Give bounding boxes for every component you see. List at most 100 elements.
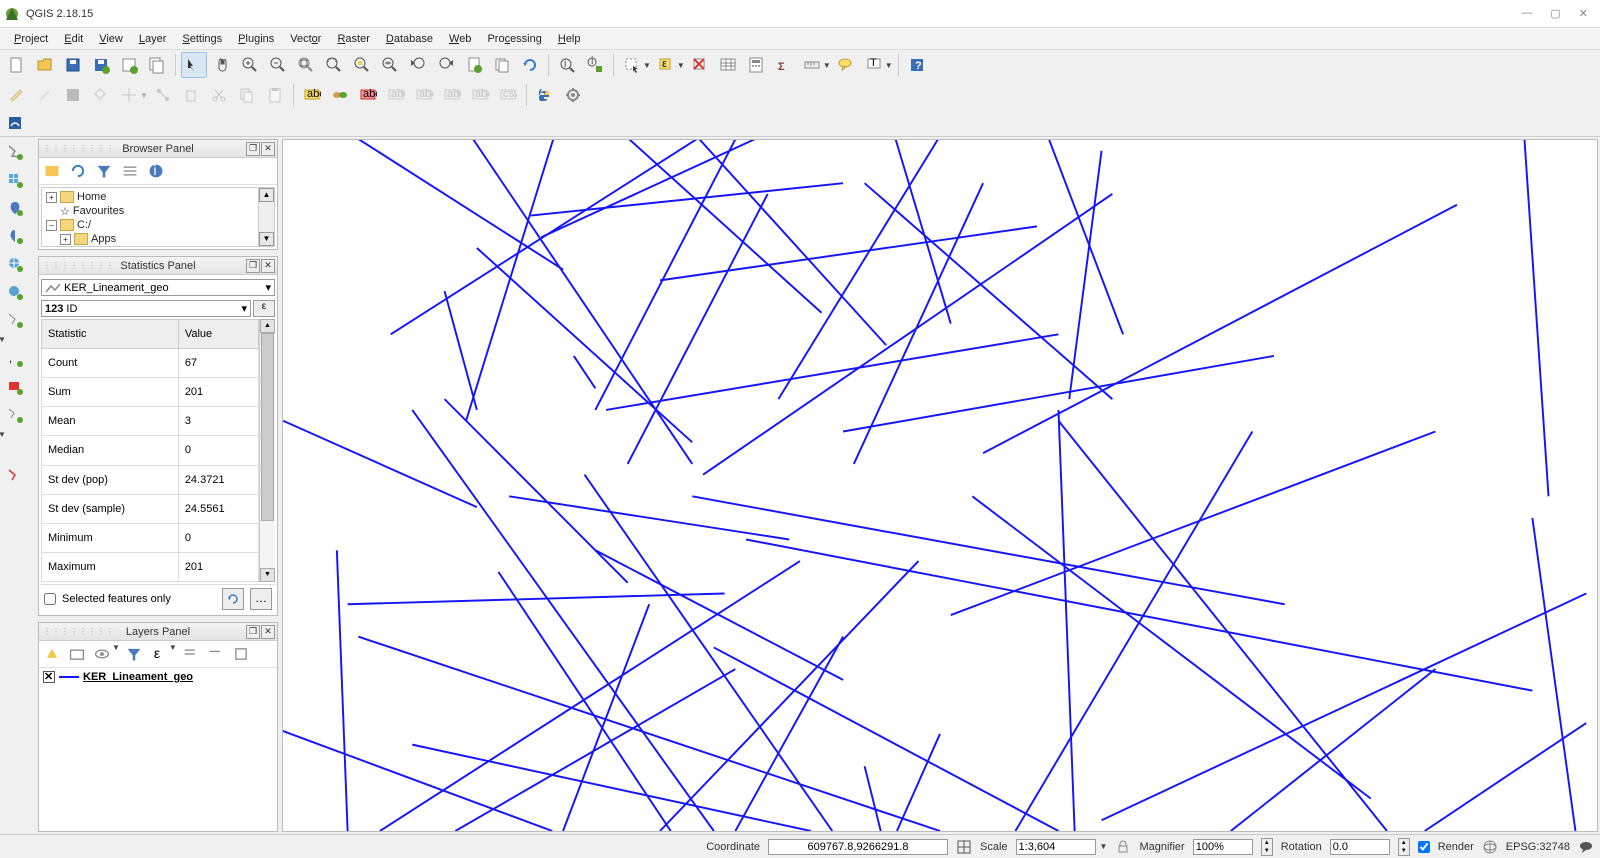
layers-undock-button[interactable]: ❐ <box>246 625 260 639</box>
help-button[interactable]: ? <box>904 52 930 78</box>
menu-plugins[interactable]: Plugins <box>230 31 282 47</box>
menu-web[interactable]: Web <box>441 31 479 47</box>
toggle-editing-button[interactable] <box>4 82 30 108</box>
close-button[interactable]: ✕ <box>1579 7 1588 20</box>
zoom-selection-button[interactable] <box>349 52 375 78</box>
add-delimited-button[interactable]: , <box>2 346 28 372</box>
layers-add-group-button[interactable] <box>66 643 88 665</box>
layer-labeling-button[interactable] <box>327 82 353 108</box>
layers-expression-button[interactable]: ε <box>148 643 170 665</box>
render-checkbox[interactable] <box>1418 841 1430 853</box>
stats-field-combo[interactable]: 123 ID ▾ <box>41 300 251 317</box>
menu-processing[interactable]: Processing <box>479 31 549 47</box>
stats-layer-combo[interactable]: KER_Lineament_geo ▾ <box>41 279 275 296</box>
lock-icon[interactable] <box>1115 839 1131 855</box>
add-raster-button[interactable] <box>2 167 28 193</box>
plugin-button[interactable] <box>4 112 26 134</box>
bookmarks-button[interactable] <box>489 52 515 78</box>
pan-selection-button[interactable] <box>209 52 235 78</box>
stats-menu-button[interactable]: … <box>250 588 272 610</box>
add-wfs-button[interactable] <box>2 307 28 333</box>
select-expression-button[interactable]: ε <box>653 52 679 78</box>
layers-style-button[interactable] <box>41 643 63 665</box>
add-wcs-button[interactable] <box>2 279 28 305</box>
stats-undock-button[interactable]: ❐ <box>246 259 260 273</box>
menu-project[interactable]: Project <box>6 31 56 47</box>
add-spatialite-button[interactable] <box>2 223 28 249</box>
rotation-spinner[interactable]: ▲▼ <box>1398 838 1410 856</box>
layers-visibility-button[interactable] <box>91 643 113 665</box>
stats-expression-button[interactable]: ε <box>253 300 275 317</box>
new-bookmark-button[interactable] <box>461 52 487 78</box>
annotation-button[interactable]: T <box>861 52 887 78</box>
processing-toolbox-button[interactable] <box>560 82 586 108</box>
coordinate-input[interactable] <box>768 839 948 855</box>
minimize-button[interactable]: — <box>1521 7 1532 20</box>
composer-manager-button[interactable] <box>144 52 170 78</box>
layers-expand-button[interactable] <box>180 643 202 665</box>
print-composer-button[interactable] <box>116 52 142 78</box>
browser-scroll-up[interactable]: ▲ <box>259 188 274 202</box>
statistics-button[interactable]: Σ <box>771 52 797 78</box>
add-postgis-button[interactable] <box>2 195 28 221</box>
magnifier-input[interactable] <box>1193 839 1253 855</box>
crs-icon[interactable] <box>1482 839 1498 855</box>
select-features-button[interactable] <box>619 52 645 78</box>
browser-refresh-button[interactable] <box>67 160 89 182</box>
browser-properties-button[interactable]: i <box>145 160 167 182</box>
save-edits-button[interactable] <box>32 82 58 108</box>
selected-only-checkbox[interactable] <box>44 593 56 605</box>
extents-icon[interactable] <box>956 839 972 855</box>
move-feature-button[interactable] <box>116 82 142 108</box>
pan-button[interactable] <box>181 52 207 78</box>
layer-visibility-checkbox[interactable] <box>43 671 55 683</box>
browser-tree[interactable]: +Home ☆Favourites –C:/ +Apps +Dell ▲▼ <box>41 187 275 247</box>
stats-scrollbar[interactable]: ▲▼ <box>259 319 275 582</box>
refresh-button[interactable] <box>517 52 543 78</box>
zoom-full-button[interactable] <box>321 52 347 78</box>
copy-button[interactable] <box>234 82 260 108</box>
label-move-button[interactable]: abc <box>439 82 465 108</box>
save-project-button[interactable] <box>60 52 86 78</box>
label-pin-button[interactable]: abc <box>383 82 409 108</box>
browser-add-button[interactable] <box>41 160 63 182</box>
layers-collapse-button[interactable] <box>205 643 227 665</box>
stats-close-button[interactable]: ✕ <box>261 259 275 273</box>
node-tool-button[interactable] <box>150 82 176 108</box>
zoom-in-button[interactable] <box>237 52 263 78</box>
zoom-layer-button[interactable] <box>377 52 403 78</box>
maptips-button[interactable] <box>833 52 859 78</box>
virtual-layer-button[interactable] <box>2 463 28 489</box>
save-layer-button[interactable] <box>60 82 86 108</box>
menu-view[interactable]: View <box>91 31 131 47</box>
zoom-last-button[interactable] <box>405 52 431 78</box>
add-virtual-button[interactable] <box>2 402 28 428</box>
add-vector-button[interactable] <box>2 139 28 165</box>
measure-button[interactable] <box>799 52 825 78</box>
label-change-button[interactable]: csw <box>495 82 521 108</box>
zoom-next-button[interactable] <box>433 52 459 78</box>
browser-scroll-down[interactable]: ▼ <box>259 232 274 246</box>
attribute-table-button[interactable] <box>715 52 741 78</box>
scale-input[interactable] <box>1016 839 1096 855</box>
label-highlight-button[interactable]: abc <box>355 82 381 108</box>
browser-collapse-button[interactable] <box>119 160 141 182</box>
field-calculator-button[interactable] <box>743 52 769 78</box>
layers-remove-button[interactable] <box>230 643 252 665</box>
identify-dropdown-button[interactable]: i <box>582 52 608 78</box>
zoom-native-button[interactable] <box>293 52 319 78</box>
menu-layer[interactable]: Layer <box>131 31 175 47</box>
rotation-input[interactable] <box>1330 839 1390 855</box>
add-feature-button[interactable] <box>88 82 114 108</box>
map-canvas[interactable] <box>282 139 1598 832</box>
label-tool-button[interactable]: abc <box>299 82 325 108</box>
paste-button[interactable] <box>262 82 288 108</box>
save-as-button[interactable] <box>88 52 114 78</box>
label-show-button[interactable]: abc <box>411 82 437 108</box>
menu-edit[interactable]: Edit <box>56 31 91 47</box>
new-project-button[interactable] <box>4 52 30 78</box>
layer-item[interactable]: KER_Lineament_geo <box>39 668 277 686</box>
menu-help[interactable]: Help <box>550 31 589 47</box>
menu-raster[interactable]: Raster <box>329 31 377 47</box>
deselect-button[interactable] <box>687 52 713 78</box>
